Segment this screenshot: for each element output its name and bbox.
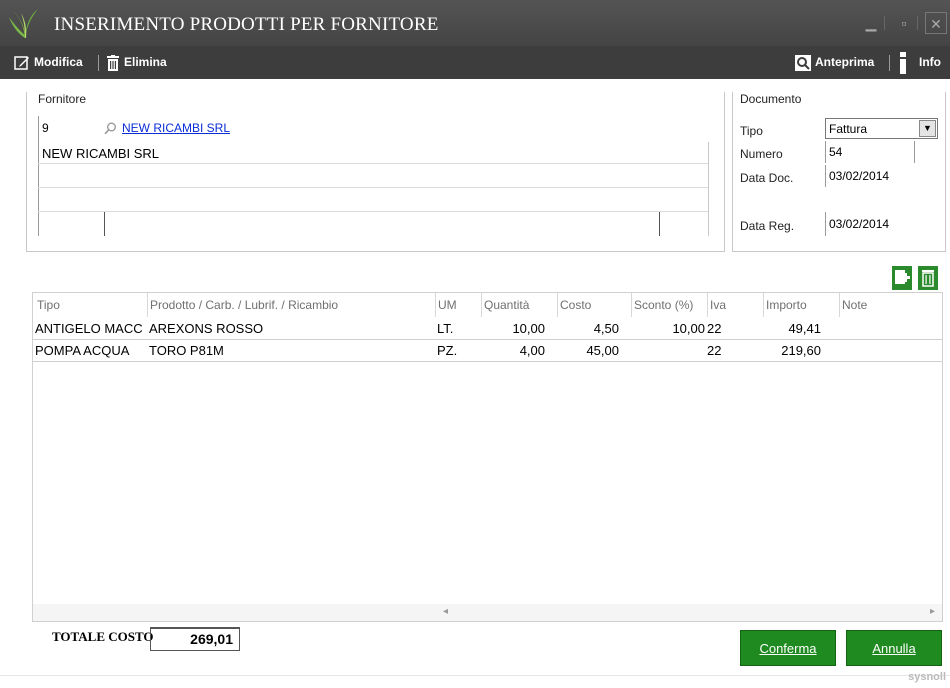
column-header-note[interactable]: Note: [839, 293, 942, 317]
cell-costo[interactable]: 4,50: [557, 318, 619, 340]
table-row[interactable]: ANTIGELO MACC AREXONS ROSSO LT. 10,00 4,…: [33, 318, 942, 340]
scroll-right-icon[interactable]: ▸: [930, 606, 935, 617]
data-doc-label: Data Doc.: [740, 171, 794, 185]
column-header-sconto[interactable]: Sconto (%): [631, 293, 707, 317]
fornitore-name-link[interactable]: NEW RICAMBI SRL: [122, 121, 230, 135]
scroll-left-icon[interactable]: ◂: [443, 606, 448, 617]
locality-field[interactable]: [105, 212, 659, 236]
preview-icon: [795, 54, 811, 71]
cell-sconto[interactable]: [631, 340, 705, 362]
toolbar: Modifica Elimina Anteprima Info: [0, 46, 950, 79]
column-header-costo[interactable]: Costo: [557, 293, 631, 317]
documento-section-label: Documento: [740, 92, 802, 106]
maximize-icon[interactable]: ▫: [893, 12, 915, 34]
table-row[interactable]: POMPA ACQUA TORO P81M PZ. 4,00 45,00 22 …: [33, 340, 942, 362]
column-header-importo[interactable]: Importo: [763, 293, 839, 317]
field-left-edge: [825, 165, 826, 187]
cell-tipo[interactable]: ANTIGELO MACC: [35, 318, 147, 340]
numero-label: Numero: [740, 147, 783, 161]
cell-prodotto[interactable]: TORO P81M: [149, 340, 433, 362]
data-doc-field[interactable]: 03/02/2014: [829, 169, 889, 183]
horizontal-scrollbar[interactable]: ◂ ▸: [33, 604, 942, 621]
tipo-select[interactable]: Fattura ▼: [825, 118, 938, 139]
elimina-button[interactable]: Elimina: [106, 46, 167, 79]
trash-icon: [922, 270, 934, 287]
cell-sconto[interactable]: 10,00: [631, 318, 705, 340]
field-left-edge: [825, 141, 826, 163]
column-header-um[interactable]: UM: [435, 293, 481, 317]
window-control-separator: [884, 16, 885, 30]
column-header-quantita[interactable]: Quantità: [481, 293, 557, 317]
toolbar-separator: [889, 55, 890, 71]
city-field[interactable]: [38, 188, 708, 210]
cell-importo[interactable]: 49,41: [763, 318, 821, 340]
dropdown-arrow-icon[interactable]: ▼: [919, 120, 936, 137]
title-bar: INSERIMENTO PRODOTTI PER FORNITORE ▁ ▫ ✕: [0, 0, 950, 46]
fornitore-border-bottom: [26, 251, 725, 252]
annulla-button[interactable]: Annulla: [846, 630, 942, 666]
status-bar: [0, 675, 950, 688]
column-header-iva[interactable]: Iva: [707, 293, 763, 317]
cell-quantita[interactable]: 10,00: [481, 318, 545, 340]
add-row-button[interactable]: [892, 266, 912, 290]
anteprima-label: Anteprima: [815, 55, 875, 69]
data-reg-label: Data Reg.: [740, 219, 795, 233]
add-icon: [895, 270, 910, 284]
cell-prodotto[interactable]: AREXONS ROSSO: [149, 318, 433, 340]
brand-watermark: sysnoll: [908, 671, 946, 683]
field-right-edge: [708, 142, 709, 236]
field-divider: [914, 141, 915, 163]
delete-row-button[interactable]: [918, 266, 938, 290]
documento-border-right: [945, 92, 946, 252]
info-icon: [900, 51, 906, 74]
app-logo-icon: [9, 9, 38, 38]
close-icon[interactable]: ✕: [925, 12, 947, 34]
documento-border-bottom: [732, 251, 946, 252]
window-title: INSERIMENTO PRODOTTI PER FORNITORE: [54, 14, 439, 35]
info-button[interactable]: Info: [899, 46, 941, 79]
column-header-tipo[interactable]: Tipo: [35, 293, 147, 317]
cell-quantita[interactable]: 4,00: [481, 340, 545, 362]
edit-icon: [14, 55, 29, 70]
minimize-icon[interactable]: ▁: [860, 12, 882, 34]
cell-costo[interactable]: 45,00: [557, 340, 619, 362]
tipo-value: Fattura: [829, 122, 868, 136]
address-field[interactable]: [38, 164, 708, 186]
cell-um[interactable]: PZ.: [437, 340, 481, 362]
cell-importo[interactable]: 219,60: [763, 340, 821, 362]
products-grid: Tipo Prodotto / Carb. / Lubrif. / Ricamb…: [32, 292, 943, 622]
cell-note[interactable]: [841, 318, 941, 340]
fornitore-border-left: [26, 92, 27, 252]
trash-icon: [107, 54, 119, 71]
totale-costo-label: TOTALE COSTO: [52, 629, 154, 644]
window-control-separator: [917, 16, 918, 30]
info-label: Info: [919, 55, 941, 69]
data-reg-field[interactable]: 03/02/2014: [829, 217, 889, 231]
documento-border-left: [732, 92, 733, 252]
province-field[interactable]: [660, 212, 708, 236]
toolbar-separator: [98, 55, 99, 71]
fornitore-section-label: Fornitore: [38, 92, 87, 106]
field-left-edge: [825, 212, 826, 236]
cap-field[interactable]: [38, 212, 104, 236]
numero-field[interactable]: 54: [829, 145, 842, 159]
fornitore-code-field[interactable]: 9: [42, 121, 49, 135]
totale-costo-value: 269,01: [150, 627, 240, 651]
tipo-label: Tipo: [740, 124, 763, 138]
elimina-label: Elimina: [124, 55, 167, 69]
cell-iva[interactable]: 22: [707, 318, 731, 340]
cell-tipo[interactable]: POMPA ACQUA: [35, 340, 147, 362]
cell-um[interactable]: LT.: [437, 318, 481, 340]
cell-note[interactable]: [841, 340, 941, 362]
column-header-prodotto[interactable]: Prodotto / Carb. / Lubrif. / Ricambio: [147, 293, 433, 317]
search-icon[interactable]: [104, 122, 117, 135]
fornitore-border-right: [724, 92, 725, 252]
cell-iva[interactable]: 22: [707, 340, 731, 362]
modifica-label: Modifica: [34, 55, 83, 69]
modifica-button[interactable]: Modifica: [14, 46, 83, 79]
anteprima-button[interactable]: Anteprima: [795, 46, 874, 79]
conferma-button[interactable]: Conferma: [740, 630, 836, 666]
fornitore-name-field[interactable]: NEW RICAMBI SRL: [42, 146, 159, 161]
